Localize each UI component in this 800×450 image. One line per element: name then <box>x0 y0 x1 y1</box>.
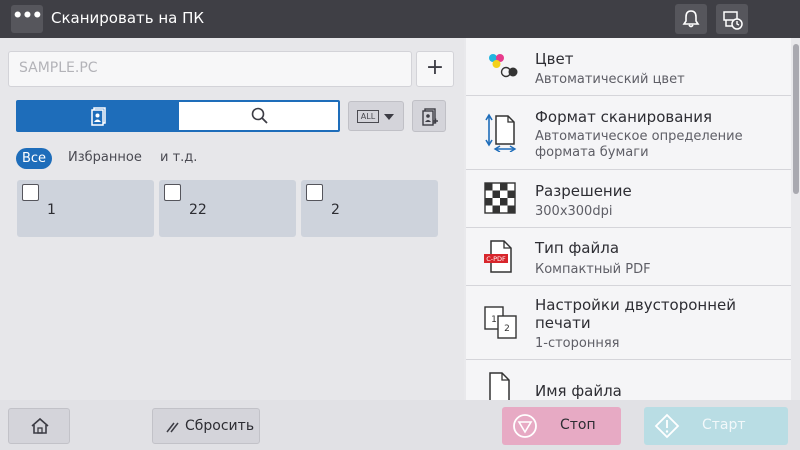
address-placeholder: SAMPLE.PC <box>19 60 98 76</box>
more-dots-icon[interactable]: ••• <box>11 5 43 33</box>
setting-scan-size[interactable]: Формат сканирования Автоматическое опред… <box>466 96 791 170</box>
setting-color[interactable]: Цвет Автоматический цвет <box>466 38 791 96</box>
filter-all[interactable]: Все <box>16 148 52 169</box>
setting-file-type-value: Компактный PDF <box>535 262 651 277</box>
destination-number: 22 <box>189 202 207 218</box>
setting-resolution-value: 300x300dpi <box>535 204 613 219</box>
scan-size-icon <box>485 113 517 152</box>
page-title: Сканировать на ПК <box>51 9 205 27</box>
search-icon <box>251 107 268 124</box>
add-to-address-book-button[interactable] <box>412 100 446 132</box>
setting-color-value: Автоматический цвет <box>535 72 685 87</box>
stop-icon <box>513 414 537 438</box>
add-contact-icon <box>422 108 438 126</box>
file-name-icon <box>489 372 510 400</box>
top-bar: ••• Сканировать на ПК <box>0 0 800 38</box>
bell-icon <box>682 10 700 28</box>
setting-duplex[interactable]: 1 2 Настройки двусторонней печати 1-стор… <box>466 286 791 360</box>
tab-address-book[interactable] <box>18 102 179 130</box>
start-label: Старт <box>702 417 746 433</box>
home-button[interactable] <box>8 408 70 444</box>
setting-duplex-label: Настройки двусторонней печати <box>535 296 737 332</box>
setting-scan-size-value: Автоматическое определение формата бумаг… <box>535 129 743 160</box>
destination-tile[interactable]: 22 <box>159 180 296 237</box>
address-panel: SAMPLE.PC + ALL Все Избранное и т.д. 1 2… <box>0 38 464 400</box>
setting-scan-size-label: Формат сканирования <box>535 108 712 126</box>
settings-scrollbar[interactable] <box>793 44 799 194</box>
file-type-icon: C-PDF <box>484 240 512 273</box>
destination-number: 2 <box>331 202 340 218</box>
svg-text:1: 1 <box>491 315 497 325</box>
setting-file-type[interactable]: C-PDF Тип файла Компактный PDF <box>466 228 791 286</box>
file-type-badge: C-PDF <box>486 255 506 263</box>
filter-etc[interactable]: и т.д. <box>160 150 197 165</box>
reset-icon <box>166 422 179 433</box>
destination-checkbox[interactable] <box>22 184 39 201</box>
setting-file-name[interactable]: Имя файла <box>466 360 791 400</box>
chevron-down-icon <box>384 114 394 120</box>
svg-text:2: 2 <box>504 324 510 334</box>
add-address-button[interactable]: + <box>416 51 454 87</box>
destination-checkbox[interactable] <box>164 184 181 201</box>
setting-resolution[interactable]: Разрешение 300x300dpi <box>466 170 791 228</box>
destination-checkbox[interactable] <box>306 184 323 201</box>
index-dropdown[interactable]: ALL <box>348 101 404 131</box>
color-icon <box>489 54 518 78</box>
stop-button[interactable]: Стоп <box>502 407 621 445</box>
duplex-icon: 1 2 <box>484 306 517 339</box>
destination-tile[interactable]: 1 <box>17 180 154 237</box>
setting-file-name-label: Имя файла <box>535 382 622 400</box>
bell-button[interactable] <box>675 4 707 34</box>
home-icon <box>31 417 49 434</box>
job-status-button[interactable] <box>716 4 748 34</box>
destination-tile[interactable]: 2 <box>301 180 438 237</box>
address-input[interactable]: SAMPLE.PC <box>8 51 412 87</box>
setting-file-type-label: Тип файла <box>535 239 620 257</box>
setting-color-label: Цвет <box>535 50 574 68</box>
bottom-bar: Сбросить Стоп Старт <box>0 400 800 450</box>
stop-label: Стоп <box>560 417 596 433</box>
reset-label: Сбросить <box>185 418 255 434</box>
start-button[interactable]: Старт <box>644 407 788 445</box>
setting-resolution-label: Разрешение <box>535 182 632 200</box>
reset-button[interactable]: Сбросить <box>152 408 260 444</box>
address-book-icon <box>91 107 106 126</box>
start-icon <box>654 413 680 439</box>
setting-duplex-value: 1-сторонняя <box>535 336 620 351</box>
filter-favorites[interactable]: Избранное <box>68 150 142 165</box>
job-status-icon <box>723 11 743 30</box>
resolution-icon <box>484 182 516 214</box>
destination-number: 1 <box>47 202 56 218</box>
index-selector-label: ALL <box>357 110 379 123</box>
settings-panel: Цвет Автоматический цвет Формат сканиров… <box>466 38 791 400</box>
address-tabs <box>16 100 340 132</box>
tab-search[interactable] <box>179 102 338 130</box>
